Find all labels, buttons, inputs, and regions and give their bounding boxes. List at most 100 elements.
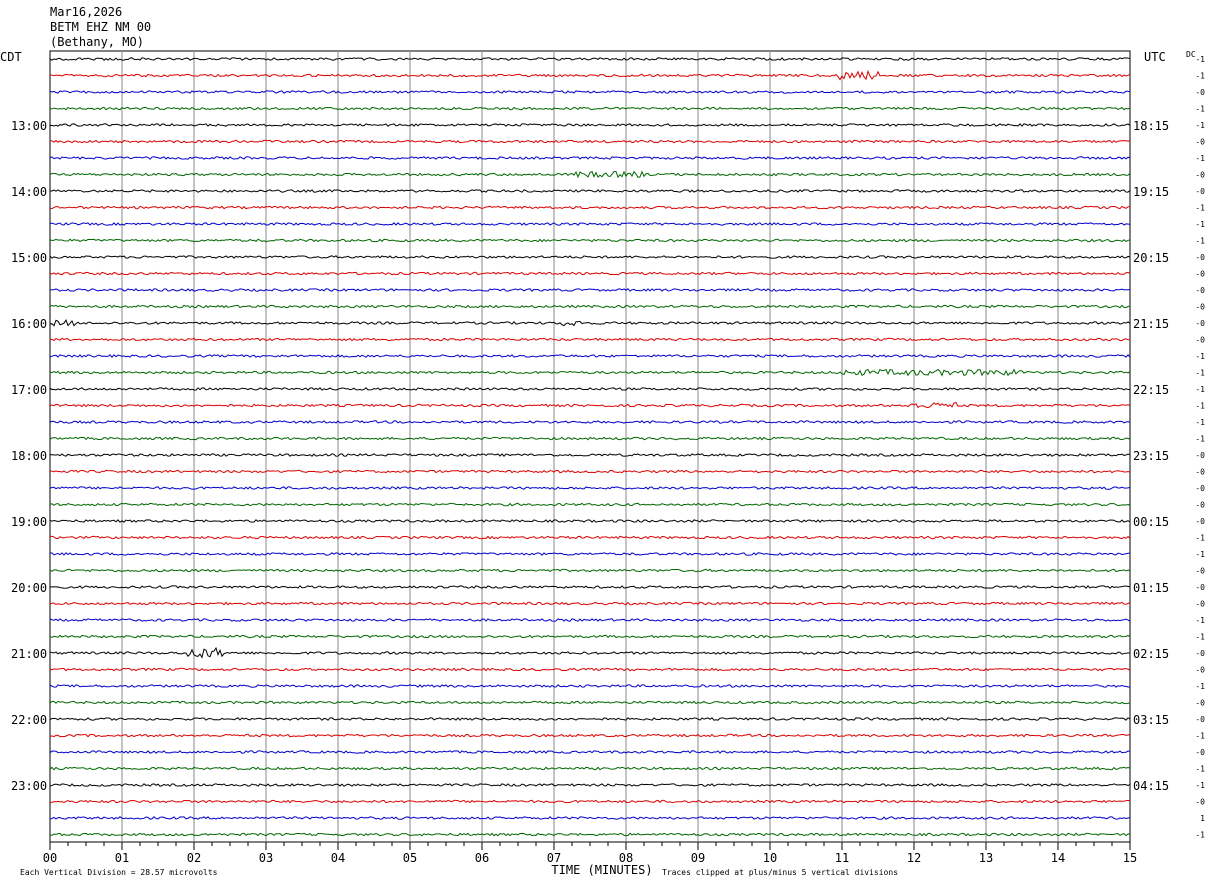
cdt-hour-label: 22:00: [11, 713, 47, 727]
dc-offset-label: -1: [1195, 72, 1205, 81]
dc-offset-label: -1: [1195, 220, 1205, 229]
dc-offset-label: -0: [1195, 270, 1205, 279]
cdt-hour-label: 13:00: [11, 119, 47, 133]
utc-hour-label: 23:15: [1133, 449, 1169, 463]
dc-offset-label: -1: [1195, 237, 1205, 246]
seismic-trace: [49, 799, 1131, 804]
dc-offset-label: -1: [1195, 616, 1205, 625]
dc-offset-label: -0: [1195, 171, 1205, 180]
dc-offset-label: -1: [1195, 633, 1205, 642]
dc-offset-label: -0: [1195, 666, 1205, 675]
x-tick-label: 11: [835, 851, 849, 865]
dc-offset-label: -0: [1195, 600, 1205, 609]
utc-hour-label: 00:15: [1133, 515, 1169, 529]
dc-offset-label: -0: [1195, 699, 1205, 708]
seismic-trace: [49, 502, 1131, 507]
cdt-hour-label: 15:00: [11, 251, 47, 265]
dc-offset-label: -1: [1195, 55, 1205, 64]
utc-hour-label: 18:15: [1133, 119, 1169, 133]
seismic-trace: [49, 618, 1131, 622]
dc-offset-label: -1: [1195, 732, 1205, 741]
dc-label: DC: [1186, 50, 1196, 59]
dc-offset-label: -1: [1195, 105, 1205, 114]
dc-offset-label: -0: [1195, 583, 1205, 592]
dc-offset-label: -0: [1195, 319, 1205, 328]
seismic-trace: [49, 354, 1131, 358]
dc-offset-label: -0: [1195, 748, 1205, 757]
dc-offset-label: -1: [1195, 435, 1205, 444]
utc-hour-label: 04:15: [1133, 779, 1169, 793]
cdt-hour-label: 23:00: [11, 779, 47, 793]
dc-offset-label: -0: [1195, 484, 1205, 493]
seismic-trace: [49, 139, 1131, 144]
seismic-trace: [49, 436, 1131, 441]
cdt-hour-label: 19:00: [11, 515, 47, 529]
x-tick-label: 14: [1051, 851, 1065, 865]
dc-offset-label: -1: [1195, 154, 1205, 163]
seismic-trace: [49, 271, 1131, 276]
dc-offset-label: -1: [1195, 831, 1205, 840]
right-timezone-label: UTC: [1144, 50, 1166, 64]
x-tick-label: 06: [475, 851, 489, 865]
x-tick-label: 01: [115, 851, 129, 865]
cdt-hour-label: 20:00: [11, 581, 47, 595]
seismic-trace: [49, 170, 1131, 179]
dc-offset-label: 1: [1200, 814, 1205, 823]
seismic-trace: [49, 700, 1131, 705]
utc-hour-label: 22:15: [1133, 383, 1169, 397]
seismic-trace: [49, 717, 1131, 721]
dc-offset-label: -1: [1195, 418, 1205, 427]
x-tick-label: 03: [259, 851, 273, 865]
x-tick-label: 09: [691, 851, 705, 865]
seismic-trace: [49, 420, 1131, 424]
seismic-trace: [49, 585, 1131, 589]
cdt-hour-label: 18:00: [11, 449, 47, 463]
dc-offset-label: -1: [1195, 402, 1205, 411]
seismic-trace: [49, 535, 1131, 540]
seismic-trace: [49, 733, 1131, 738]
x-tick-label: 13: [979, 851, 993, 865]
cdt-hour-label: 21:00: [11, 647, 47, 661]
seismic-trace: [49, 634, 1131, 639]
cdt-hour-label: 14:00: [11, 185, 47, 199]
utc-hour-label: 03:15: [1133, 713, 1169, 727]
seismic-trace: [49, 568, 1131, 573]
x-tick-label: 02: [187, 851, 201, 865]
seismic-trace: [49, 90, 1131, 94]
dc-offset-label: -0: [1195, 451, 1205, 460]
x-tick-label: 04: [331, 851, 345, 865]
seismic-trace: [49, 57, 1131, 61]
dc-offset-label: -0: [1195, 715, 1205, 724]
dc-offset-label: -0: [1195, 468, 1205, 477]
dc-offset-label: -0: [1195, 501, 1205, 510]
seismic-trace: [49, 304, 1131, 309]
dc-offset-label: -0: [1195, 286, 1205, 295]
x-tick-label: 05: [403, 851, 417, 865]
seismic-trace: [49, 750, 1131, 754]
seismic-trace: [49, 222, 1131, 226]
seismic-trace: [49, 401, 1131, 409]
seismic-trace: [49, 288, 1131, 292]
left-timezone-label: CDT: [0, 50, 22, 64]
utc-hour-label: 02:15: [1133, 647, 1169, 661]
seismic-trace: [49, 123, 1131, 127]
dc-offset-label: -1: [1195, 781, 1205, 790]
utc-hour-label: 01:15: [1133, 581, 1169, 595]
dc-offset-label: -0: [1195, 88, 1205, 97]
seismic-trace: [49, 205, 1131, 210]
cdt-hour-label: 16:00: [11, 317, 47, 331]
seismic-trace: [49, 337, 1131, 342]
seismic-trace: [49, 469, 1131, 474]
dc-offset-label: -0: [1195, 336, 1205, 345]
seismic-trace: [49, 189, 1131, 193]
seismic-trace: [49, 766, 1131, 771]
dc-offset-label: -1: [1195, 121, 1205, 130]
dc-offset-label: -1: [1195, 369, 1205, 378]
dc-offset-label: -0: [1195, 798, 1205, 807]
dc-offset-label: -0: [1195, 187, 1205, 196]
helicorder-plot: 00 01 02 03 04 05 06 07 08 09 10 11 12 13 14 15CDT UTC DC…: [0, 50, 1205, 877]
dc-offset-label: -1: [1195, 682, 1205, 691]
dc-offset-label: -0: [1195, 303, 1205, 312]
clipping-note: Traces clipped at plus/minus 5 vertical …: [662, 868, 898, 877]
dc-offset-label: -0: [1195, 253, 1205, 262]
